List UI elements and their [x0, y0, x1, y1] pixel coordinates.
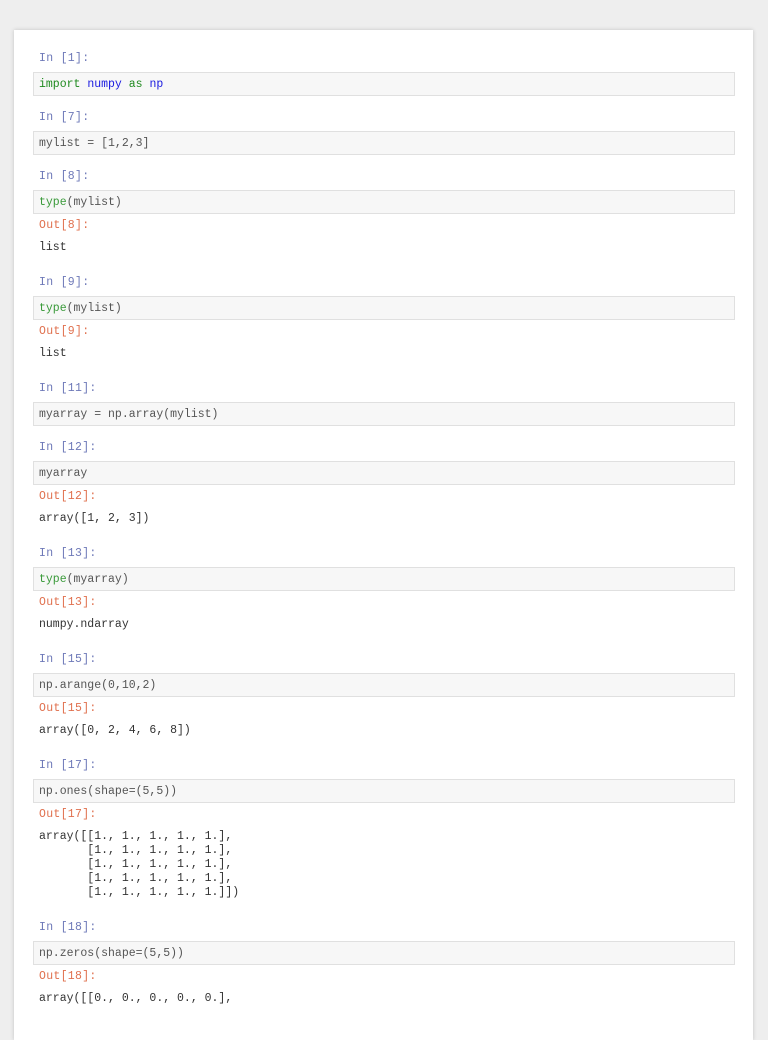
code-token: np.arange(0,10,2) — [39, 679, 157, 692]
notebook-cell[interactable]: In [18]: np.zeros(shape=(5,5)) Out[18]: a… — [33, 919, 735, 1006]
code-input[interactable]: import numpy as np — [33, 72, 735, 96]
notebook-cell[interactable]: In [1]: import numpy as np — [33, 50, 735, 96]
notebook-cell[interactable]: In [9]: type(mylist) Out[9]: list — [33, 274, 735, 361]
cell-output: array([[0., 0., 0., 0., 0.], — [39, 992, 233, 1005]
code-token: np.zeros(shape=(5,5)) — [39, 947, 184, 960]
cell-output: list — [39, 241, 67, 254]
code-input[interactable]: np.zeros(shape=(5,5)) — [33, 941, 735, 965]
code-input[interactable]: type(mylist) — [33, 190, 735, 214]
code-token: (myarray) — [66, 573, 129, 586]
output-prompt: Out[13]: — [39, 596, 97, 609]
output-prompt: Out[15]: — [39, 702, 97, 715]
notebook-cell[interactable]: In [17]: np.ones(shape=(5,5)) Out[17]: ar… — [33, 757, 735, 900]
input-prompt: In [1]: — [39, 52, 90, 65]
input-prompt: In [8]: — [39, 170, 90, 183]
code-input[interactable]: type(myarray) — [33, 567, 735, 591]
code-input[interactable]: mylist = [1,2,3] — [33, 131, 735, 155]
notebook-cell[interactable]: In [7]: mylist = [1,2,3] — [33, 109, 735, 155]
cell-output: numpy.ndarray — [39, 618, 129, 631]
input-prompt: In [18]: — [39, 921, 97, 934]
code-token: type — [39, 196, 67, 209]
code-token: myarray = np.array(mylist) — [39, 408, 219, 421]
output-prompt: Out[12]: — [39, 490, 97, 503]
input-prompt: In [7]: — [39, 111, 90, 124]
code-token: np — [149, 78, 164, 91]
input-prompt: In [17]: — [39, 759, 97, 772]
input-prompt: In [9]: — [39, 276, 90, 289]
notebook-cell[interactable]: In [12]: myarray Out[12]: array([1, 2, 3]… — [33, 439, 735, 526]
code-input[interactable]: np.arange(0,10,2) — [33, 673, 735, 697]
code-input[interactable]: myarray = np.array(mylist) — [33, 402, 735, 426]
cell-output: array([0, 2, 4, 6, 8]) — [39, 724, 191, 737]
code-token: (mylist) — [66, 302, 122, 315]
code-token: numpy — [87, 78, 122, 91]
notebook-cells: In [1]: import numpy as np In [7]: mylist… — [33, 50, 735, 1025]
code-token: np.ones(shape=(5,5)) — [39, 785, 178, 798]
input-prompt: In [15]: — [39, 653, 97, 666]
code-token: myarray — [39, 467, 88, 480]
code-input[interactable]: myarray — [33, 461, 735, 485]
output-prompt: Out[18]: — [39, 970, 97, 983]
input-prompt: In [11]: — [39, 382, 97, 395]
cell-output: array([[1., 1., 1., 1., 1.], [1., 1., 1.… — [39, 830, 240, 899]
notebook-cell[interactable]: In [11]: myarray = np.array(mylist) — [33, 380, 735, 426]
notebook-cell[interactable]: In [13]: type(myarray) Out[13]: numpy.nda… — [33, 545, 735, 632]
code-input[interactable]: np.ones(shape=(5,5)) — [33, 779, 735, 803]
notebook-page: In [1]: import numpy as np In [7]: mylist… — [14, 30, 753, 1040]
code-token: (mylist) — [66, 196, 122, 209]
code-token: as — [128, 78, 143, 91]
cell-output: array([1, 2, 3]) — [39, 512, 150, 525]
output-prompt: Out[9]: — [39, 325, 90, 338]
notebook-cell[interactable]: In [8]: type(mylist) Out[8]: list — [33, 168, 735, 255]
cell-output: list — [39, 347, 67, 360]
code-token: type — [39, 573, 67, 586]
code-token: mylist = [1,2,3] — [39, 137, 150, 150]
output-prompt: Out[8]: — [39, 219, 90, 232]
output-prompt: Out[17]: — [39, 808, 97, 821]
notebook-cell[interactable]: In [15]: np.arange(0,10,2) Out[15]: array… — [33, 651, 735, 738]
input-prompt: In [12]: — [39, 441, 97, 454]
code-token: import — [39, 78, 81, 91]
code-input[interactable]: type(mylist) — [33, 296, 735, 320]
code-token: type — [39, 302, 67, 315]
input-prompt: In [13]: — [39, 547, 97, 560]
